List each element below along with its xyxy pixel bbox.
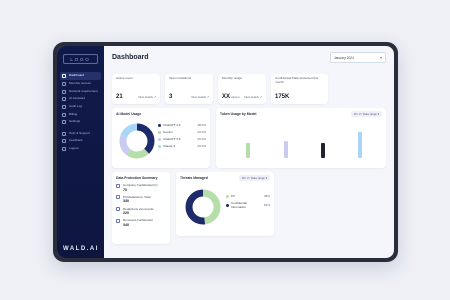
legend-item: Confidential Information 52%: [226, 201, 270, 209]
members-icon: [62, 82, 66, 87]
sidebar-item-audit-log[interactable]: Audit Log: [57, 103, 104, 111]
sidebar-item-member-access[interactable]: Member access: [57, 80, 104, 88]
stat-label: Confidential Data protected this month: [275, 76, 319, 84]
token-bar-0: [246, 143, 250, 158]
stat-value: 21: [116, 94, 123, 100]
main-content: Dashboard January 2024 ▾ Active users 21…: [104, 46, 394, 258]
sidebar-item-ai-assistant[interactable]: AI Assistant: [57, 96, 104, 104]
app-screen: LOGO Dashboard Member access Network req…: [57, 46, 394, 258]
card-title: AI Model Usage: [116, 112, 142, 116]
legend-swatch: [158, 144, 161, 148]
token-bar-1: [284, 141, 288, 158]
shield-icon: [116, 183, 120, 188]
legend-swatch: [226, 203, 229, 207]
threats-filter[interactable]: 18 / 2 / Date range ▾: [238, 175, 270, 181]
stat-card-monthly-usage: Monthly usage XXtokens View details ↗: [218, 74, 266, 104]
sidebar-item-label: AI Assistant: [69, 96, 86, 101]
legend-swatch: [158, 137, 161, 141]
sidebar-item-label: Member access: [69, 81, 91, 86]
date-selector-value: January 2024: [334, 55, 354, 60]
sidebar-item-label: Settings: [69, 119, 81, 124]
sidebar-item-billing[interactable]: Billing: [57, 111, 104, 119]
legend-swatch: [158, 123, 161, 127]
date-selector[interactable]: January 2024 ▾: [330, 52, 386, 63]
stat-value: 175K: [275, 94, 290, 100]
threats-donut: [185, 189, 221, 225]
arrow-icon: ↗: [259, 95, 262, 99]
stat-card-active-users: Active users 21 View details ↗: [112, 74, 160, 104]
assistant-icon: [62, 97, 66, 102]
stat-label: Active users: [116, 76, 133, 80]
shield-icon: [116, 207, 120, 212]
sidebar-item-logout[interactable]: Logout: [57, 145, 104, 153]
threats-managed-card: Threats Managed 18 / 2 / Date range ▾ PI…: [176, 172, 274, 236]
legend-item: Claude 3 20.0%: [158, 144, 206, 148]
data-protection-item: Redactions via records 220: [116, 207, 166, 215]
ai-model-usage-donut: [119, 123, 155, 159]
sidebar-item-label: Network requirement: [69, 88, 98, 93]
arrow-icon: ↗: [206, 95, 209, 99]
sidebar-item-dashboard[interactable]: Dashboard: [60, 72, 101, 81]
stat-card-open-invitations: Open invitations 3 View details ↗: [165, 74, 213, 104]
card-title: Data Protection Summary: [116, 176, 158, 180]
sidebar-item-settings[interactable]: Settings: [57, 118, 104, 126]
shield-icon: [116, 218, 120, 223]
feedback-icon: [62, 139, 66, 144]
ai-model-legend: ChatGPT 4.0 38.0% Gemini 22.0% ChatGPT 3.5…: [158, 123, 206, 151]
sidebar-item-network-requirement[interactable]: Network requirement: [57, 88, 104, 96]
stat-value: 3: [169, 94, 173, 100]
legend-item: PII 48%: [226, 194, 270, 198]
data-protection-item: PII Redactions, Total 330: [116, 195, 166, 203]
data-protection-card: Data Protection Summary Company Confiden…: [112, 172, 170, 244]
sidebar-item-label: Dashboard: [69, 73, 85, 78]
sidebar-item-feedback[interactable]: Feedback: [57, 138, 104, 146]
stat-label: Open invitations: [169, 76, 192, 80]
stat-card-confidential-data: Confidential Data protected this month 1…: [271, 74, 328, 104]
logo: LOGO: [63, 54, 98, 64]
sidebar-item-help[interactable]: Help & Support: [57, 130, 104, 138]
sidebar-nav: Dashboard Member access Network requirem…: [57, 72, 104, 153]
log-icon: [62, 104, 66, 109]
token-usage-card: Token Usage by Model 16 / 2 / Date range…: [216, 108, 386, 168]
legend-swatch: [158, 130, 161, 134]
brand-wordmark: WALD.AI: [63, 246, 99, 252]
page-title: Dashboard: [112, 54, 149, 61]
stat-value: XXtokens: [222, 94, 240, 100]
chevron-down-icon: ▾: [265, 176, 267, 180]
legend-item: Gemini 22.0%: [158, 130, 206, 134]
token-bar-2: [321, 143, 325, 158]
ai-model-usage-card: AI Model Usage ChatGPT 4.0 38.0% Gemini 22…: [112, 108, 210, 168]
help-icon: [62, 131, 66, 136]
view-details-link[interactable]: View details ↗: [244, 95, 262, 99]
legend-swatch: [226, 194, 229, 198]
legend-item: ChatGPT 3.5 20.0%: [158, 137, 206, 141]
network-icon: [62, 89, 66, 94]
sidebar-item-label: Logout: [69, 145, 79, 150]
arrow-icon: ↗: [153, 95, 156, 99]
data-protection-item: Removed Confidential 340: [116, 218, 166, 227]
token-bar-3: [358, 131, 362, 158]
chevron-down-icon: ▾: [377, 112, 379, 116]
sidebar-item-label: Audit Log: [69, 104, 83, 109]
sidebar-item-label: Feedback: [69, 138, 83, 143]
stat-label: Monthly usage: [222, 76, 243, 80]
dashboard-icon: [62, 74, 66, 79]
threats-legend: PII 48% Confidential Information 52%: [226, 194, 270, 212]
sidebar-item-label: Help & Support: [69, 130, 90, 135]
token-usage-bar-chart: [246, 131, 362, 158]
legend-item: ChatGPT 4.0 38.0%: [158, 123, 206, 127]
sidebar-item-label: Billing: [69, 111, 78, 116]
shield-icon: [116, 195, 120, 200]
gear-icon: [62, 120, 66, 125]
view-details-link[interactable]: View details ↗: [191, 95, 209, 99]
logout-icon: [62, 146, 66, 151]
data-protection-item: Company Confidential (C) 70: [116, 183, 166, 192]
billing-icon: [62, 112, 66, 117]
token-usage-filter[interactable]: 16 / 2 / Date range ▾: [350, 111, 382, 117]
sidebar: LOGO Dashboard Member access Network req…: [57, 46, 104, 258]
tablet-frame: LOGO Dashboard Member access Network req…: [53, 42, 398, 262]
view-details-link[interactable]: View details ↗: [138, 95, 156, 99]
chevron-down-icon: ▾: [379, 55, 382, 60]
